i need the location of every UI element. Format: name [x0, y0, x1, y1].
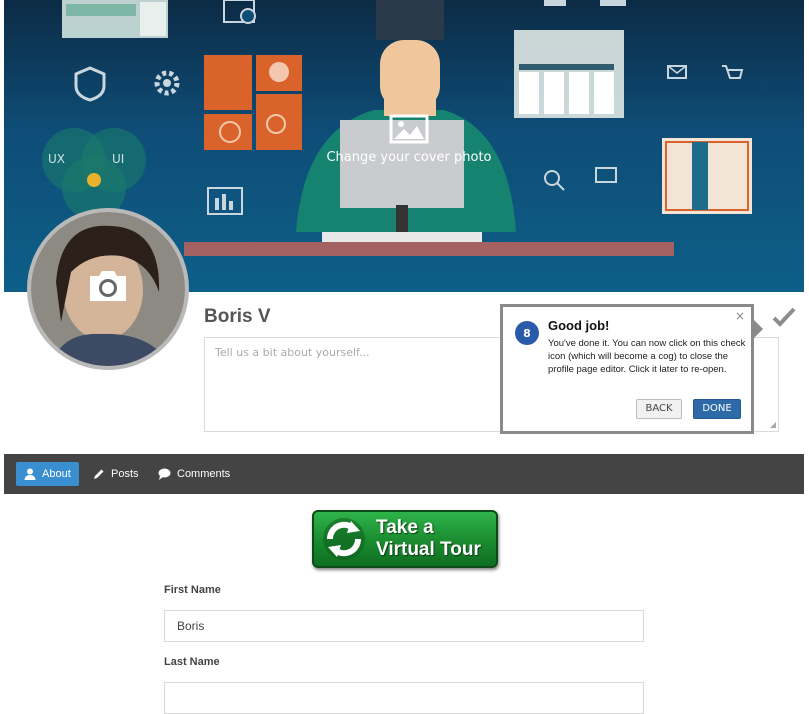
speech-bubble-icon	[158, 468, 171, 480]
camera-icon[interactable]	[86, 268, 130, 304]
popover-title: Good job!	[548, 318, 610, 333]
virtual-tour-line1: Take a	[376, 517, 434, 538]
first-name-field[interactable]	[164, 610, 644, 642]
tab-posts[interactable]: Posts	[85, 462, 147, 486]
done-button[interactable]: DONE	[693, 399, 741, 419]
virtual-tour-button[interactable]: Take a Virtual Tour	[312, 510, 498, 568]
tab-comments-label: Comments	[177, 468, 231, 480]
change-cover-photo-button[interactable]: Change your cover photo	[324, 114, 494, 165]
tab-posts-label: Posts	[111, 468, 139, 480]
virtual-tour-line2: Virtual Tour	[376, 539, 481, 560]
tab-about[interactable]: About	[16, 462, 79, 486]
tab-about-label: About	[42, 468, 71, 480]
user-icon	[24, 468, 36, 480]
bio-placeholder: Tell us a bit about yourself...	[215, 346, 370, 359]
profile-tabs: About Posts Comments	[4, 454, 804, 494]
profile-name: Boris V	[204, 306, 271, 327]
first-name-label: First Name	[164, 584, 221, 596]
popover-text: You've done it. You can now click on thi…	[548, 338, 746, 375]
tab-comments[interactable]: Comments	[150, 462, 238, 486]
tour-popover: 8 Good job! × You've done it. You can no…	[500, 304, 763, 434]
change-cover-label: Change your cover photo	[326, 150, 492, 165]
ux-label: UX	[48, 152, 66, 166]
close-icon[interactable]: ×	[735, 309, 745, 323]
refresh-arrows-icon	[323, 518, 365, 560]
ui-label: UI	[112, 152, 125, 166]
pencil-icon	[94, 469, 104, 479]
image-icon	[389, 114, 429, 144]
last-name-label: Last Name	[164, 656, 220, 668]
last-name-field[interactable]	[164, 682, 644, 714]
resize-handle-icon[interactable]: ◢	[770, 420, 776, 429]
step-badge: 8	[515, 321, 539, 345]
check-icon[interactable]	[772, 306, 796, 328]
back-button[interactable]: BACK	[636, 399, 682, 419]
